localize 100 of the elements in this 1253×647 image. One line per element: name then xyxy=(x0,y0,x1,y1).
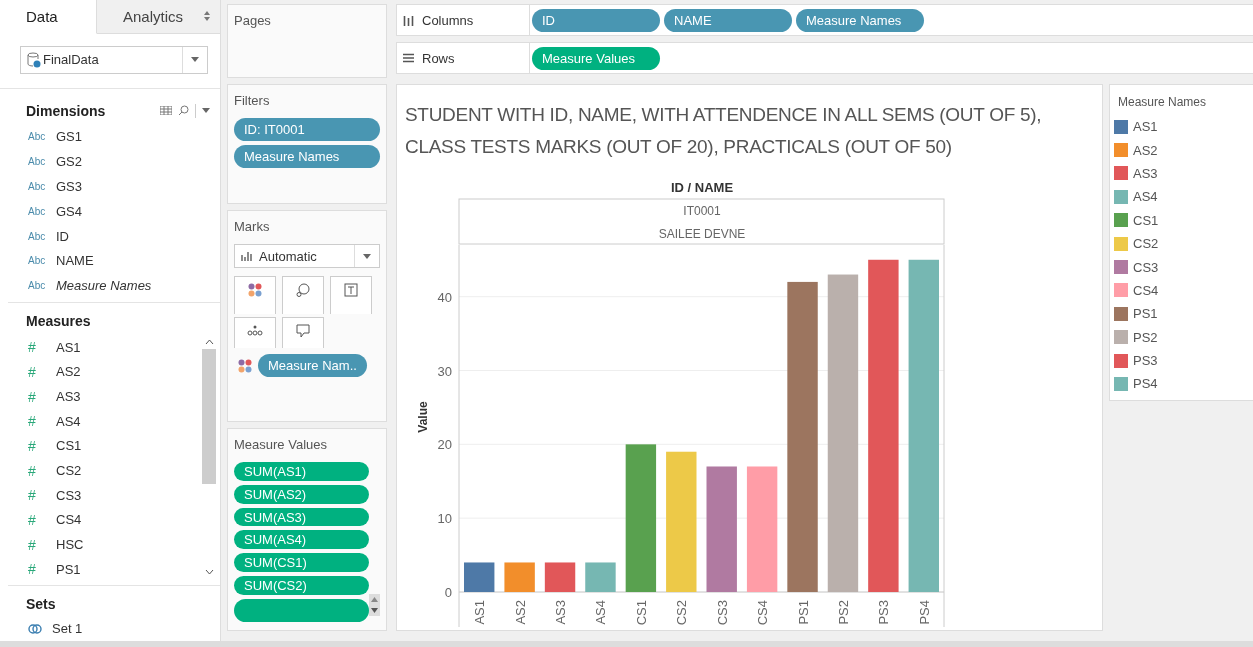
datasource-dropdown[interactable]: FinalData xyxy=(20,45,208,74)
x-tick-label: CS4 xyxy=(755,600,771,626)
x-tick-label: AS1 xyxy=(472,600,488,625)
card-title: Marks xyxy=(234,219,271,234)
field-item[interactable]: GS3 xyxy=(56,178,82,194)
field-item[interactable]: NAME xyxy=(56,253,94,269)
caret-icon xyxy=(363,253,371,259)
type-label: # xyxy=(28,413,37,430)
field-item[interactable]: HSC xyxy=(56,537,84,552)
bar[interactable] xyxy=(544,562,576,592)
bar[interactable] xyxy=(706,466,737,592)
field-item[interactable]: Set 1 xyxy=(52,621,83,637)
legend-label: AS2 xyxy=(1133,142,1158,158)
bar[interactable] xyxy=(585,562,616,592)
legend-label: AS3 xyxy=(1133,165,1158,181)
type-label: Abc xyxy=(28,180,46,192)
field-item[interactable]: ID xyxy=(56,228,69,244)
type-label: Abc xyxy=(28,230,46,242)
bar[interactable] xyxy=(787,281,818,592)
field-item[interactable]: GS4 xyxy=(56,203,82,219)
header-value: IT0001 xyxy=(683,204,721,218)
y-tick-label: 10 xyxy=(437,511,452,527)
field-item[interactable]: AS2 xyxy=(56,364,81,380)
x-tick-label: AS2 xyxy=(512,600,528,625)
scroll-down-icon[interactable] xyxy=(204,569,214,576)
x-tick-label: PS2 xyxy=(835,600,851,625)
header-value: SAILEE DEVNE xyxy=(658,227,746,241)
x-tick-label: CS3 xyxy=(714,600,730,626)
size-tile[interactable] xyxy=(282,276,324,314)
scroll-down-icon[interactable] xyxy=(369,605,380,616)
section-title: Dimensions xyxy=(26,102,106,119)
search-icon[interactable] xyxy=(178,105,189,117)
bar[interactable] xyxy=(908,259,939,592)
type-label: # xyxy=(28,363,37,380)
type-label: # xyxy=(28,437,37,454)
x-tick-label: CS1 xyxy=(633,600,649,626)
dots-icon xyxy=(247,324,263,336)
database-icon xyxy=(27,51,41,68)
field-item[interactable]: AS3 xyxy=(56,389,81,405)
speech-bubble-icon xyxy=(296,324,310,338)
type-label: Abc xyxy=(28,156,46,168)
bar-chart-icon xyxy=(241,251,253,261)
section-title: Sets xyxy=(26,596,56,613)
bar[interactable] xyxy=(827,274,859,592)
field-item[interactable]: Measure Names xyxy=(56,278,152,294)
shelf-label: Rows xyxy=(422,50,455,66)
field-item[interactable]: CS2 xyxy=(56,463,82,479)
field-item[interactable]: CS1 xyxy=(56,438,82,454)
field-item[interactable]: CS4 xyxy=(56,512,82,528)
sort-icon xyxy=(204,11,210,22)
field-item[interactable]: AS1 xyxy=(56,339,81,355)
legend-label: CS3 xyxy=(1133,259,1159,275)
scroll-up-icon[interactable] xyxy=(204,338,214,345)
color-tile[interactable] xyxy=(234,276,276,314)
scroll-up-icon[interactable] xyxy=(369,594,380,605)
card-title: Filters xyxy=(234,93,271,108)
caret-icon xyxy=(191,57,199,63)
section-title: Measures xyxy=(26,313,91,329)
type-label: # xyxy=(28,487,37,504)
bar[interactable] xyxy=(504,562,535,592)
y-tick-label: 20 xyxy=(437,437,452,453)
label-tile[interactable] xyxy=(330,276,372,314)
x-tick-label: PS4 xyxy=(916,600,932,625)
bar[interactable] xyxy=(868,259,899,592)
x-tick-label: PS3 xyxy=(876,600,892,625)
x-tick-label: CS2 xyxy=(674,600,690,626)
caret-icon[interactable] xyxy=(202,108,210,114)
shelf-label: Columns xyxy=(422,12,474,28)
bar[interactable] xyxy=(746,466,778,592)
type-label: # xyxy=(28,339,37,356)
legend-label: PS4 xyxy=(1133,376,1158,392)
type-label: # xyxy=(28,536,37,553)
legend-label: AS4 xyxy=(1133,189,1158,205)
side-tab[interactable]: Analytics xyxy=(97,0,220,34)
type-label: Abc xyxy=(28,131,46,143)
bar[interactable] xyxy=(464,562,495,592)
legend-label: CS1 xyxy=(1133,212,1159,228)
legend-label: PS2 xyxy=(1133,329,1158,345)
set-icon xyxy=(28,622,42,635)
type-label: # xyxy=(28,462,37,479)
legend-label: PS3 xyxy=(1133,353,1158,369)
columns-icon xyxy=(403,14,414,26)
legend-label: PS1 xyxy=(1133,306,1158,322)
tooltip-tile[interactable] xyxy=(282,317,324,348)
mark-type-dropdown[interactable]: Automatic xyxy=(234,244,380,268)
measure-pill[interactable] xyxy=(234,598,369,622)
grid-icon[interactable] xyxy=(160,106,172,116)
field-item[interactable]: PS1 xyxy=(56,561,81,577)
type-label: # xyxy=(28,388,37,405)
field-item[interactable]: AS4 xyxy=(56,413,81,429)
legend-label: CS4 xyxy=(1133,282,1159,298)
x-tick-label: AS4 xyxy=(593,600,609,625)
detail-tile[interactable] xyxy=(234,317,276,348)
field-item[interactable]: CS3 xyxy=(56,487,82,503)
bar[interactable] xyxy=(625,444,657,592)
field-item[interactable]: GS1 xyxy=(56,129,82,145)
view-title: STUDENT WITH ID, NAME, WITH ATTENDENCE IN ALL SEMS (OUT OF 5), CLASS TESTS MARKS (OUT OF 20), PRACTICALS (OUT OF 50) xyxy=(404,103,1043,159)
field-item[interactable]: GS2 xyxy=(56,154,82,170)
legend-label: CS2 xyxy=(1133,236,1159,252)
rows-icon xyxy=(403,53,414,63)
